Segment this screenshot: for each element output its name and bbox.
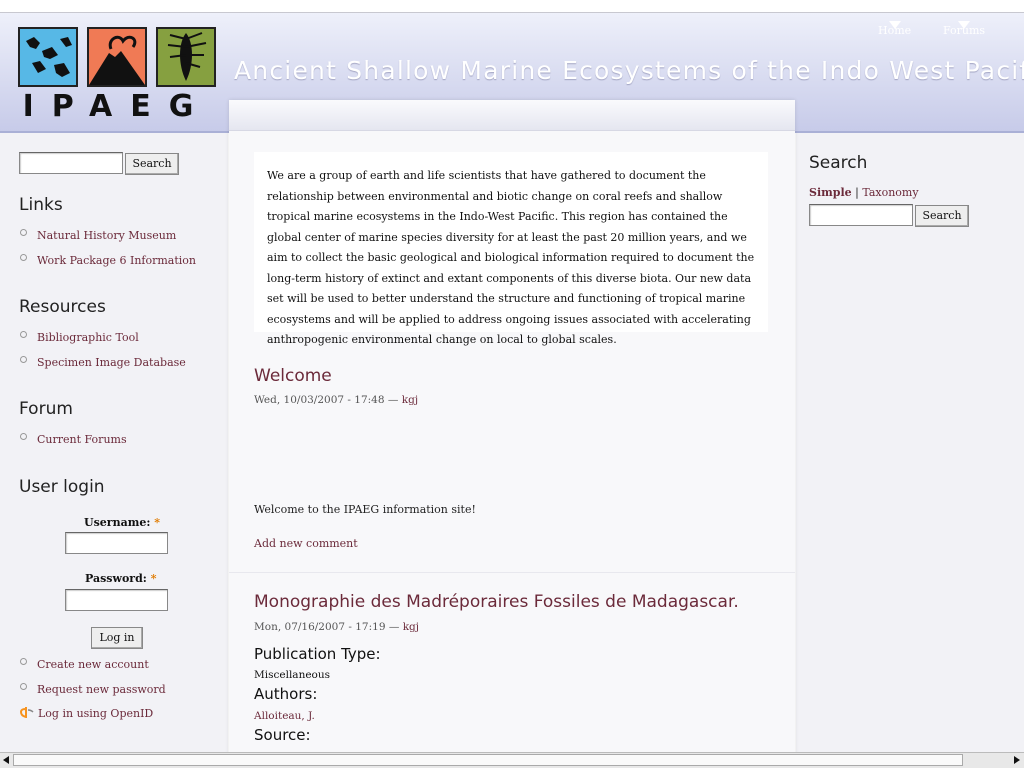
required-marker: * (150, 572, 157, 585)
node-separator (229, 572, 795, 573)
openid-icon (19, 706, 34, 719)
links-block-title: Links (19, 195, 63, 215)
openid-login-link[interactable]: Log in using OpenID (38, 707, 153, 720)
search-tabs: Simple | Taxonomy (809, 186, 919, 199)
right-search-input[interactable] (809, 204, 913, 226)
link-specimen-image-database[interactable]: Specimen Image Database (37, 356, 186, 369)
node-date: Mon, 07/16/2007 - 17:19 — (254, 621, 403, 633)
tab-taxonomy[interactable]: Taxonomy (862, 186, 918, 199)
scrollbar-thumb[interactable] (13, 754, 963, 766)
nav-pointer-icon (958, 21, 971, 29)
node-submitted-info: Mon, 07/16/2007 - 17:19 — kgj (254, 621, 419, 633)
password-label: Password: * (85, 572, 156, 585)
right-sidebar (796, 133, 1024, 753)
user-login-title: User login (19, 477, 105, 497)
nav-pointer-icon (888, 21, 901, 29)
login-button[interactable]: Log in (91, 627, 143, 649)
link-bibliographic-tool[interactable]: Bibliographic Tool (37, 331, 139, 344)
right-search-title: Search (809, 153, 868, 173)
author-link[interactable]: Alloiteau, J. (254, 710, 315, 722)
logo-text: IPAEG (22, 89, 212, 124)
site-title: Ancient Shallow Marine Ecosystems of the… (234, 56, 1024, 85)
request-password-link[interactable]: Request new password (37, 683, 166, 696)
bullet-icon (20, 331, 27, 338)
source-label: Source: (254, 726, 311, 744)
horizontal-scrollbar[interactable] (0, 752, 1024, 768)
forum-block-title: Forum (19, 399, 73, 419)
tab-separator: | (855, 186, 859, 199)
content-top-bar (229, 100, 795, 131)
bullet-icon (20, 433, 27, 440)
link-natural-history-museum[interactable]: Natural History Museum (37, 229, 176, 242)
left-search-button[interactable]: Search (125, 153, 179, 175)
node-date: Wed, 10/03/2007 - 17:48 — (254, 394, 402, 406)
mission-statement: We are a group of earth and life scienti… (254, 152, 768, 346)
bullet-icon (20, 254, 27, 261)
node-title-monographie[interactable]: Monographie des Madréporaires Fossiles d… (254, 592, 739, 612)
required-marker: * (154, 516, 161, 529)
browser-top-strip (0, 0, 1024, 13)
scroll-right-arrow-icon[interactable] (1014, 756, 1020, 764)
tab-simple[interactable]: Simple (809, 186, 852, 199)
shell-tile-icon (156, 27, 216, 87)
node-submitted-info: Wed, 10/03/2007 - 17:48 — kgj (254, 394, 418, 406)
create-account-link[interactable]: Create new account (37, 658, 149, 671)
nav-forums-link[interactable]: Forums (943, 21, 985, 37)
nav-home-link[interactable]: Home (878, 21, 911, 37)
resources-block-title: Resources (19, 297, 106, 317)
password-field[interactable] (65, 589, 168, 611)
node-author-link[interactable]: kgj (402, 394, 418, 406)
link-current-forums[interactable]: Current Forums (37, 433, 127, 446)
right-search-button[interactable]: Search (915, 205, 969, 227)
publication-type-value: Miscellaneous (254, 669, 331, 681)
scroll-left-arrow-icon[interactable] (3, 756, 9, 764)
password-label-text: Password: (85, 572, 147, 585)
link-work-package-6[interactable]: Work Package 6 Information (37, 254, 196, 267)
node-author-link[interactable]: kgj (403, 621, 419, 633)
publication-type-label: Publication Type: (254, 645, 381, 663)
node-title-welcome[interactable]: Welcome (254, 366, 332, 386)
authors-label: Authors: (254, 685, 318, 703)
bullet-icon (20, 658, 27, 665)
username-field[interactable] (65, 532, 168, 554)
left-search-input[interactable] (19, 152, 123, 174)
map-tile-icon (18, 27, 78, 87)
volcano-tile-icon (87, 27, 147, 87)
site-logo[interactable]: IPAEG (18, 27, 216, 133)
bullet-icon (20, 683, 27, 690)
bullet-icon (20, 229, 27, 236)
bullet-icon (20, 356, 27, 363)
username-label: Username: * (84, 516, 160, 529)
username-label-text: Username: (84, 516, 151, 529)
node-body: Welcome to the IPAEG information site! (254, 503, 476, 516)
add-comment-link[interactable]: Add new comment (254, 537, 358, 550)
